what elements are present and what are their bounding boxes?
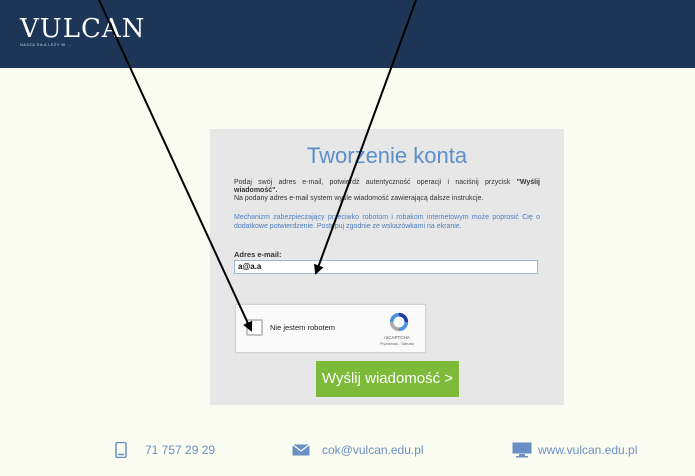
email-input[interactable]: a@a.a [234, 260, 538, 274]
footer-email-text[interactable]: cok@vulcan.edu.pl [322, 443, 424, 457]
logo-tagline: NASZA SIŁA LEŻY W .... [20, 42, 73, 47]
captcha-note: Mechanizm zabezpieczający przeciwko robo… [234, 214, 540, 230]
recaptcha-privacy-terms[interactable]: Prywatność - Warunki [369, 342, 425, 346]
vulcan-logo[interactable]: VULCAN [20, 14, 145, 44]
instructions-line-1: Podaj swój adres e-mail, potwierdź auten… [234, 179, 511, 186]
instructions-text: Podaj swój adres e-mail, potwierdź auten… [234, 179, 540, 203]
recaptcha-logo-icon [389, 312, 409, 332]
page-title: Tworzenie konta [306, 143, 468, 168]
recaptcha-widget: Nie jestem robotem reCAPTCHA Prywatność … [235, 304, 426, 353]
recaptcha-label: Nie jestem robotem [270, 323, 336, 332]
mail-icon [292, 444, 310, 456]
footer-phone-text: 71 757 29 29 [145, 443, 216, 457]
email-label: Adres e-mail: [234, 250, 282, 259]
footer-website-text[interactable]: www.vulcan.edu.pl [538, 443, 637, 457]
recaptcha-checkbox[interactable] [246, 319, 263, 336]
monitor-icon [512, 442, 532, 458]
recaptcha-brand: reCAPTCHA [384, 335, 410, 340]
top-header-bar: VULCAN NASZA SIŁA LEŻY W .... [0, 0, 695, 68]
instructions-line-2: Na podany adres e-mail system wyśle wiad… [234, 195, 484, 202]
send-message-button[interactable]: Wyślij wiadomość > [316, 361, 459, 397]
phone-icon [115, 442, 127, 458]
